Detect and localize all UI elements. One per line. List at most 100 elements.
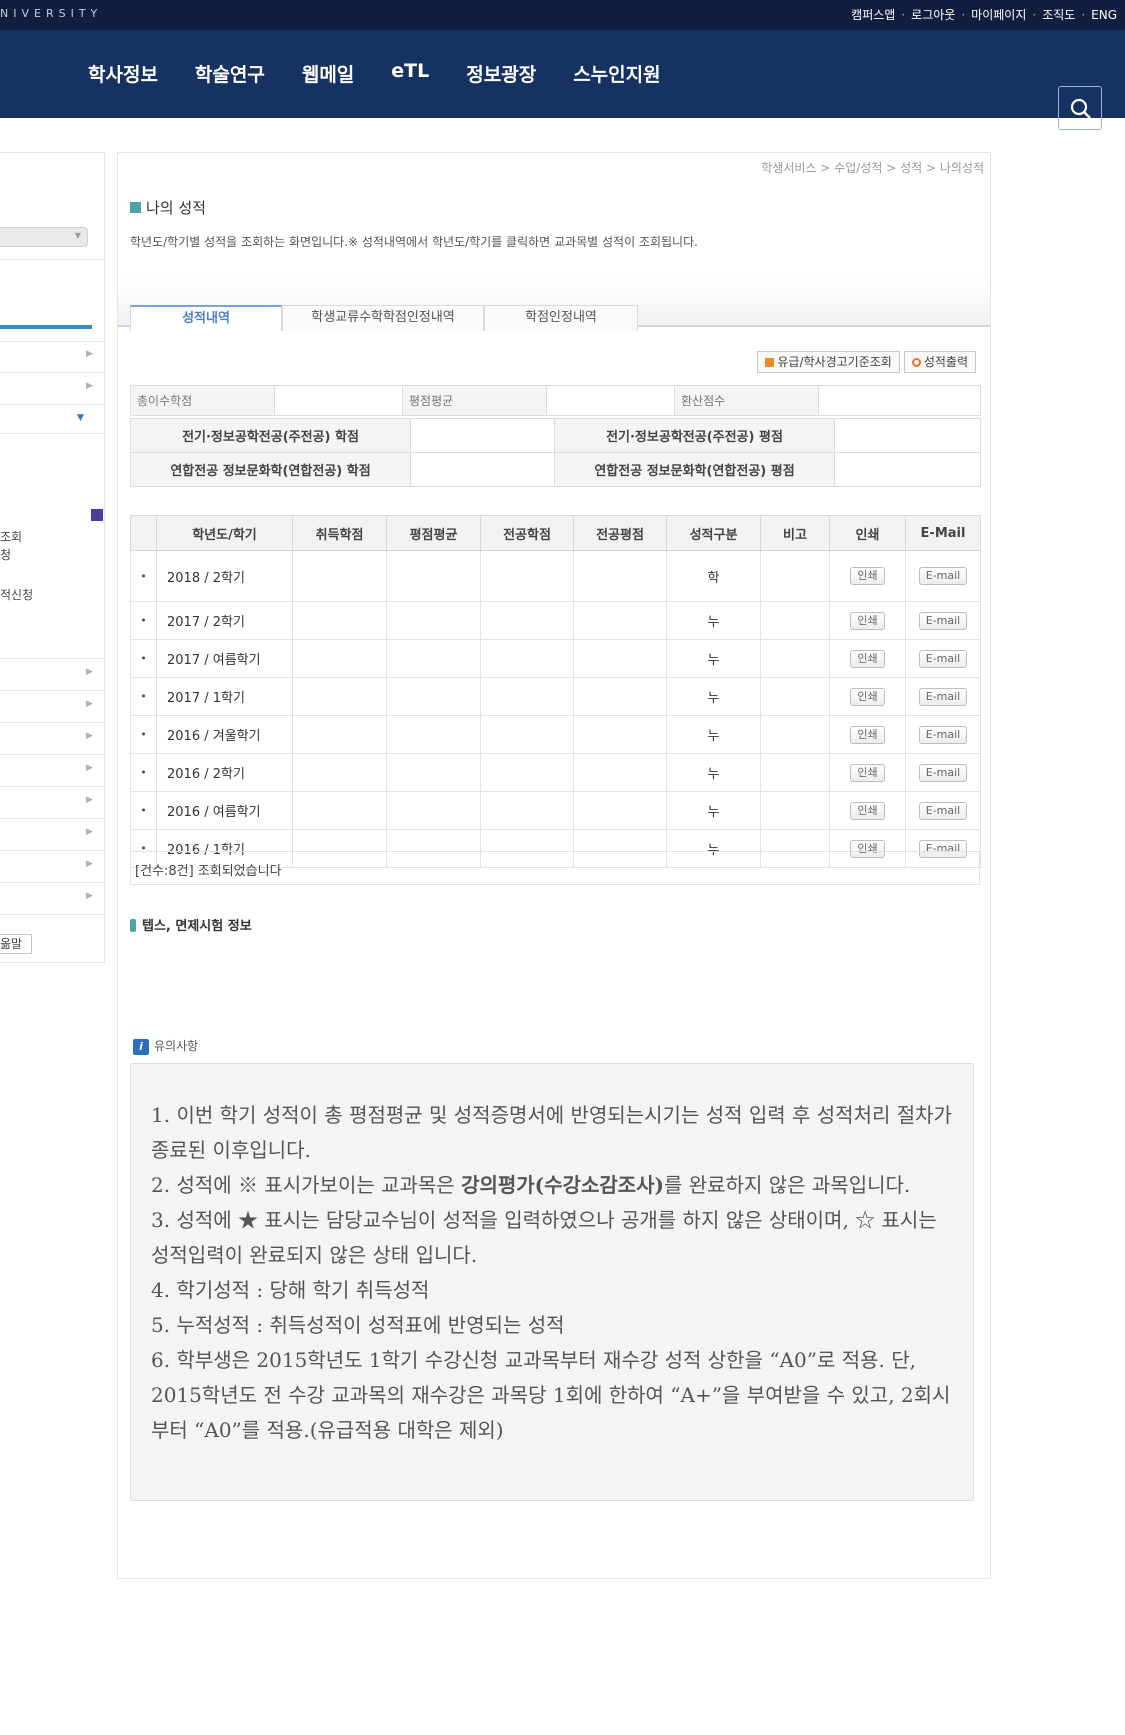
nav-item-etl[interactable]: eTL (391, 60, 429, 87)
table-row[interactable]: • 2016 / 2학기 누 인쇄 E-mail (130, 753, 981, 792)
row-email-cell: E-mail (905, 550, 981, 602)
sidebar-text-1[interactable]: 조회 (0, 528, 22, 545)
header-major-gpa: 전공평점 (573, 515, 667, 551)
separator: · (1081, 8, 1086, 22)
divider (0, 754, 105, 755)
print-button[interactable]: 인쇄 (850, 725, 885, 744)
table-row[interactable]: • 2017 / 2학기 누 인쇄 E-mail (130, 601, 981, 640)
nav-item-webmail[interactable]: 웹메일 (302, 60, 354, 87)
row-bullet: • (130, 677, 157, 716)
table-row[interactable]: • 2016 / 겨울학기 누 인쇄 E-mail (130, 715, 981, 754)
row-print-cell: 인쇄 (829, 639, 906, 678)
row-term[interactable]: 2016 / 여름학기 (156, 791, 293, 830)
row-major-gpa (573, 791, 667, 830)
action-buttons: 유급/학사경고기준조회 성적출력 (757, 351, 976, 373)
table-row[interactable]: • 2018 / 2학기 학 인쇄 E-mail (130, 550, 981, 602)
print-button[interactable]: 인쇄 (850, 611, 885, 630)
email-button[interactable]: E-mail (918, 725, 968, 744)
util-link-eng[interactable]: ENG (1091, 8, 1117, 22)
chevron-right-icon[interactable]: ▶ (86, 667, 93, 677)
notice-heading: i 유의사항 (133, 1037, 198, 1055)
divider (0, 850, 105, 851)
row-credits (292, 601, 387, 640)
email-button[interactable]: E-mail (918, 801, 968, 820)
row-term[interactable]: 2016 / 2학기 (156, 753, 293, 792)
row-print-cell: 인쇄 (829, 791, 906, 830)
row-gpa (386, 753, 481, 792)
row-term[interactable]: 2017 / 2학기 (156, 601, 293, 640)
summary-table: 총이수학점 평점평균 환산점수 (130, 385, 981, 416)
toeps-section-title: 텝스, 면제시험 정보 (142, 919, 252, 934)
chevron-right-icon[interactable]: ▶ (86, 349, 93, 359)
divider (0, 372, 105, 373)
row-bullet: • (130, 601, 157, 640)
util-link-campus-map[interactable]: 캠퍼스맵 (851, 8, 895, 22)
print-button[interactable]: 인쇄 (850, 567, 885, 585)
separator: · (1032, 8, 1037, 22)
warning-criteria-button[interactable]: 유급/학사경고기준조회 (757, 351, 900, 373)
chevron-right-icon[interactable]: ▶ (86, 827, 93, 837)
sidebar-select[interactable] (0, 227, 88, 247)
converted-score-label: 환산점수 (674, 385, 819, 416)
row-gpa (386, 639, 481, 678)
nav-item-snu-support[interactable]: 스누인지원 (573, 60, 660, 87)
print-button[interactable]: 인쇄 (850, 763, 885, 782)
row-credits (292, 715, 387, 754)
header-term[interactable]: 학년도/학기 (156, 515, 293, 551)
grade-print-button[interactable]: 성적출력 (903, 351, 976, 373)
chevron-right-icon[interactable]: ▶ (86, 859, 93, 869)
row-major-credits (480, 677, 574, 716)
major-summary-table: 전기·정보공학전공(주전공) 학점 전기·정보공학전공(주전공) 평점 연합전공… (130, 418, 981, 487)
search-button[interactable] (1058, 86, 1102, 130)
chevron-right-icon[interactable]: ▶ (86, 699, 93, 709)
header-email: E-Mail (905, 515, 981, 551)
print-button[interactable]: 인쇄 (850, 687, 885, 706)
tab-credit-recognition[interactable]: 학점인정내역 (484, 305, 638, 331)
divider (0, 786, 105, 787)
row-term[interactable]: 2017 / 1학기 (156, 677, 293, 716)
table-row[interactable]: • 2016 / 여름학기 누 인쇄 E-mail (130, 791, 981, 830)
grades-table: 학년도/학기 취득학점 평점평균 전공학점 전공평점 성적구분 비고 인쇄 E-… (130, 515, 981, 868)
tab-exchange-credits[interactable]: 학생교류수학학점인정내역 (282, 305, 484, 331)
major-gpa-value (834, 418, 981, 453)
chevron-right-icon[interactable]: ▶ (86, 891, 93, 901)
email-button[interactable]: E-mail (918, 649, 968, 668)
row-credits (292, 639, 387, 678)
email-button[interactable]: E-mail (918, 687, 968, 706)
separator: · (901, 8, 906, 22)
print-button[interactable]: 인쇄 (850, 801, 885, 820)
chevron-right-icon[interactable]: ▶ (86, 795, 93, 805)
row-grade-type: 누 (666, 601, 761, 640)
util-link-org-chart[interactable]: 조직도 (1042, 8, 1075, 22)
row-email-cell: E-mail (905, 715, 981, 754)
row-term[interactable]: 2016 / 겨울학기 (156, 715, 293, 754)
gpa-label: 평점평균 (402, 385, 547, 416)
nav-item-research[interactable]: 학술연구 (195, 60, 265, 87)
email-button[interactable]: E-mail (918, 763, 968, 782)
sidebar-text-3[interactable]: 적신청 (0, 586, 33, 603)
chevron-right-icon[interactable]: ▶ (86, 731, 93, 741)
table-row[interactable]: • 2017 / 1학기 누 인쇄 E-mail (130, 677, 981, 716)
table-row[interactable]: • 2017 / 여름학기 누 인쇄 E-mail (130, 639, 981, 678)
print-circle-icon (911, 358, 921, 367)
email-button[interactable]: E-mail (918, 567, 968, 585)
divider (0, 722, 105, 723)
nav-item-academic[interactable]: 학사정보 (88, 60, 158, 87)
tab-grade-history[interactable]: 성적내역 (130, 305, 282, 331)
row-term[interactable]: 2018 / 2학기 (156, 550, 293, 602)
email-button[interactable]: E-mail (918, 611, 968, 630)
util-link-logout[interactable]: 로그아웃 (911, 8, 955, 22)
util-link-mypage[interactable]: 마이페이지 (971, 8, 1026, 22)
chevron-down-icon[interactable]: ▼ (77, 413, 84, 423)
sidebar-button[interactable]: 옮말 (0, 934, 32, 954)
grades-header-row: 학년도/학기 취득학점 평점평균 전공학점 전공평점 성적구분 비고 인쇄 E-… (130, 515, 981, 551)
chevron-right-icon[interactable]: ▶ (86, 763, 93, 773)
print-button[interactable]: 인쇄 (850, 649, 885, 668)
sidebar-active-bar (0, 325, 92, 329)
header-note: 비고 (760, 515, 830, 551)
nav-item-info-plaza[interactable]: 정보광장 (466, 60, 536, 87)
chevron-right-icon[interactable]: ▶ (86, 381, 93, 391)
row-term[interactable]: 2017 / 여름학기 (156, 639, 293, 678)
sidebar-text-2[interactable]: 청 (0, 546, 11, 563)
major-gpa-label: 전기·정보공학전공(주전공) 평점 (554, 418, 835, 453)
